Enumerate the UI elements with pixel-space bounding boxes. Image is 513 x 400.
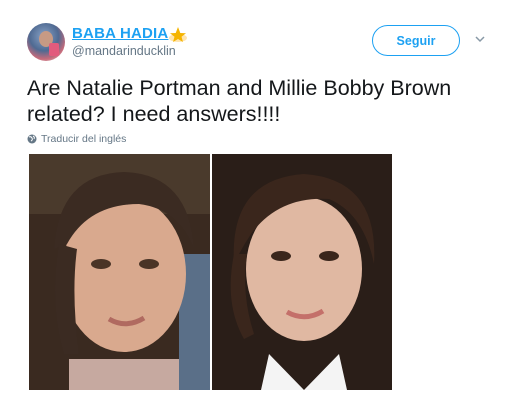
globe-icon [27, 134, 37, 144]
translate-link[interactable]: Traducir del inglés [27, 133, 126, 145]
follow-button[interactable]: Seguir [372, 25, 460, 56]
display-name[interactable]: BABA HADIA [72, 25, 168, 42]
avatar-cup [49, 43, 59, 56]
tweet-text: Are Natalie Portman and Millie Bobby Bro… [27, 76, 452, 126]
star-emoji-icon [169, 27, 187, 42]
avatar[interactable] [27, 23, 65, 61]
photo-left [29, 154, 210, 390]
tweet-image[interactable] [29, 154, 392, 390]
chevron-down-icon[interactable] [474, 33, 486, 45]
translate-label[interactable]: Traducir del inglés [41, 133, 126, 145]
handle[interactable]: @mandarinducklin [72, 44, 176, 58]
photo-right [212, 154, 392, 390]
